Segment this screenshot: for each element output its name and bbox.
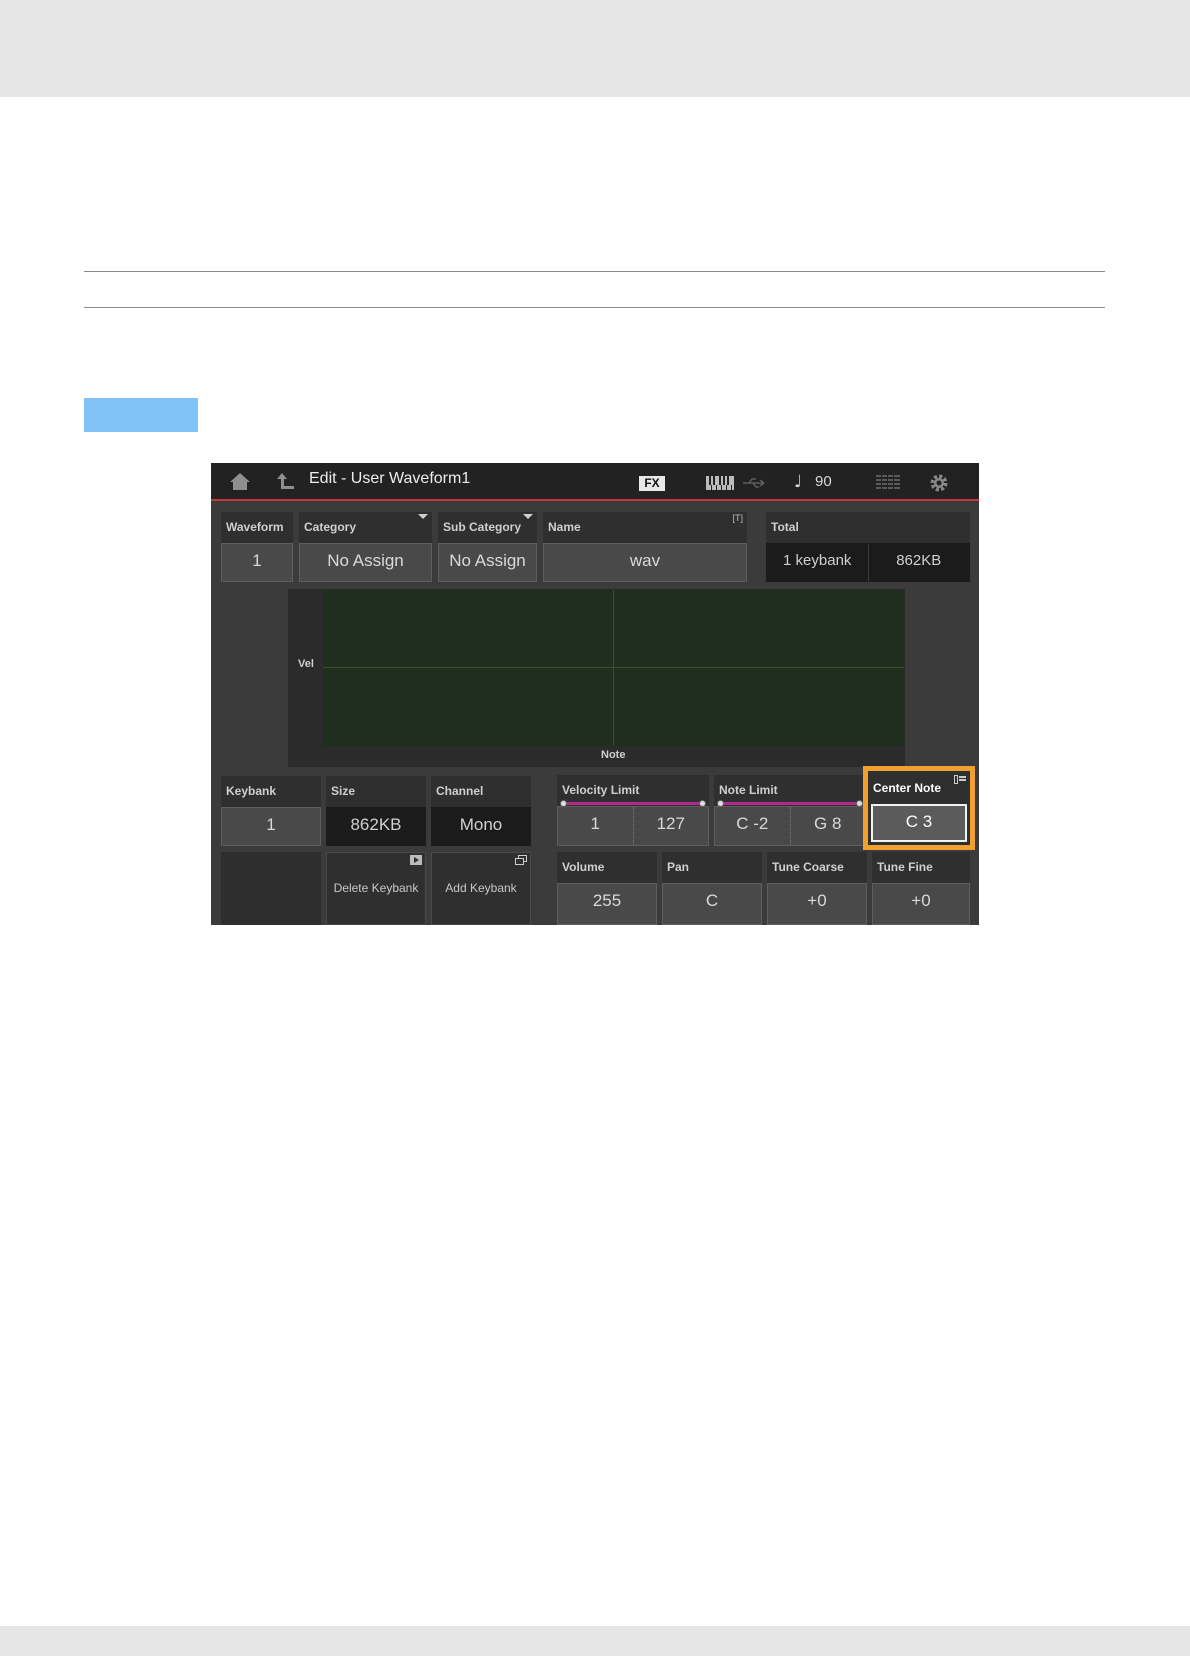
tempo-value[interactable]: 90 <box>815 473 832 490</box>
velocity-limit-bar[interactable] <box>560 800 706 807</box>
tempo-symbol: ♩ <box>794 472 803 492</box>
volume-value[interactable]: 255 <box>557 883 657 925</box>
pan-value[interactable]: C <box>662 883 762 925</box>
graph-y-label: Vel <box>298 658 314 670</box>
waveform-label: Waveform <box>226 520 284 534</box>
keyboard-assign-icon <box>954 775 966 784</box>
velocity-limit-value[interactable]: 1 127 <box>557 806 709 846</box>
divider-bottom <box>84 307 1105 308</box>
note-low[interactable]: C -2 <box>715 807 790 845</box>
velocity-low[interactable]: 1 <box>558 807 633 845</box>
velocity-high[interactable]: 127 <box>632 807 709 845</box>
pan-field[interactable]: Pan C <box>662 852 762 925</box>
graph-area[interactable] <box>323 590 904 746</box>
channel-value: Mono <box>431 807 531 846</box>
popup-window-icon <box>515 855 527 865</box>
name-label: Name <box>548 520 581 534</box>
name-field[interactable]: Name [T] wav <box>543 512 747 582</box>
usb-icon <box>743 478 765 488</box>
graph-x-label: Note <box>601 749 626 761</box>
center-note-value[interactable]: C 3 <box>871 804 967 842</box>
synth-screen: Edit - User Waveform1 FX ♩ 90 Waveform 1 <box>211 463 979 925</box>
total-value: 1 keybank 862KB <box>766 543 970 582</box>
home-icon[interactable] <box>229 472 251 491</box>
waveform-field[interactable]: Waveform 1 <box>221 512 293 582</box>
size-field: Size 862KB <box>326 776 426 846</box>
total-label: Total <box>771 520 799 534</box>
add-keybank-label: Add Keybank <box>445 881 517 895</box>
waveform-value[interactable]: 1 <box>221 543 293 582</box>
top-bar: Edit - User Waveform1 FX ♩ 90 <box>211 463 979 499</box>
keybank-label: Keybank <box>226 784 277 798</box>
tune-fine-label: Tune Fine <box>877 860 933 874</box>
tune-fine-value[interactable]: +0 <box>872 883 970 925</box>
note-high[interactable]: G 8 <box>789 807 866 845</box>
category-label: Category <box>304 520 357 534</box>
name-value[interactable]: wav <box>543 543 747 582</box>
keybank-graph[interactable]: Vel Note <box>288 589 905 767</box>
tune-coarse-field[interactable]: Tune Coarse +0 <box>767 852 867 925</box>
velocity-limit-label: Velocity Limit <box>562 783 640 797</box>
note-limit-label: Note Limit <box>719 783 778 797</box>
note-limit-field[interactable]: Note Limit C -2 G 8 <box>714 775 866 846</box>
text-edit-tag: [T] <box>732 513 744 523</box>
total-field: Total 1 keybank 862KB <box>766 512 970 582</box>
center-note-field[interactable]: Center Note C 3 <box>868 771 970 845</box>
sub-category-field[interactable]: Sub Category No Assign <box>438 512 537 582</box>
gear-icon[interactable] <box>929 473 949 493</box>
volume-label: Volume <box>562 860 605 874</box>
tune-coarse-value[interactable]: +0 <box>767 883 867 925</box>
category-value[interactable]: No Assign <box>299 543 432 582</box>
velocity-limit-field[interactable]: Velocity Limit 1 127 <box>557 775 709 846</box>
channel-field: Channel Mono <box>431 776 531 846</box>
keybank-field[interactable]: Keybank 1 <box>221 776 321 846</box>
sub-category-label: Sub Category <box>443 520 522 534</box>
keybank-value[interactable]: 1 <box>221 807 321 846</box>
add-keybank-button[interactable]: Add Keybank <box>431 852 531 925</box>
center-note-label: Center Note <box>873 781 942 795</box>
tune-coarse-label: Tune Coarse <box>772 860 844 874</box>
delete-keybank-button[interactable]: Delete Keybank <box>326 852 426 925</box>
chevron-down-icon <box>418 514 428 519</box>
open-page-icon <box>410 855 422 865</box>
empty-slot <box>221 852 321 925</box>
fx-badge[interactable]: FX <box>639 476 665 491</box>
channel-label: Channel <box>436 784 484 798</box>
pan-label: Pan <box>667 860 690 874</box>
total-keybanks: 1 keybank <box>783 552 852 569</box>
chevron-down-icon <box>523 514 533 519</box>
graph-center-vline <box>613 590 614 746</box>
screen-title: Edit - User Waveform1 <box>309 470 471 487</box>
delete-keybank-label: Delete Keybank <box>333 881 419 895</box>
category-field[interactable]: Category No Assign <box>299 512 432 582</box>
page-header-band <box>0 0 1190 97</box>
accent-line <box>211 499 979 501</box>
note-limit-value[interactable]: C -2 G 8 <box>714 806 866 846</box>
size-label: Size <box>331 784 356 798</box>
graph-center-hline <box>323 667 904 668</box>
divider-top <box>84 271 1105 272</box>
section-tab <box>84 398 198 432</box>
tune-fine-field[interactable]: Tune Fine +0 <box>872 852 970 925</box>
size-value: 862KB <box>326 807 426 846</box>
back-arrow-icon[interactable] <box>276 471 296 491</box>
keyboard-icon <box>706 476 734 490</box>
page-footer-band <box>0 1626 1190 1656</box>
volume-field[interactable]: Volume 255 <box>557 852 657 925</box>
sub-category-value[interactable]: No Assign <box>438 543 537 582</box>
note-limit-bar[interactable] <box>717 800 863 807</box>
total-size: 862KB <box>867 544 970 581</box>
grid-icon[interactable] <box>876 475 900 491</box>
